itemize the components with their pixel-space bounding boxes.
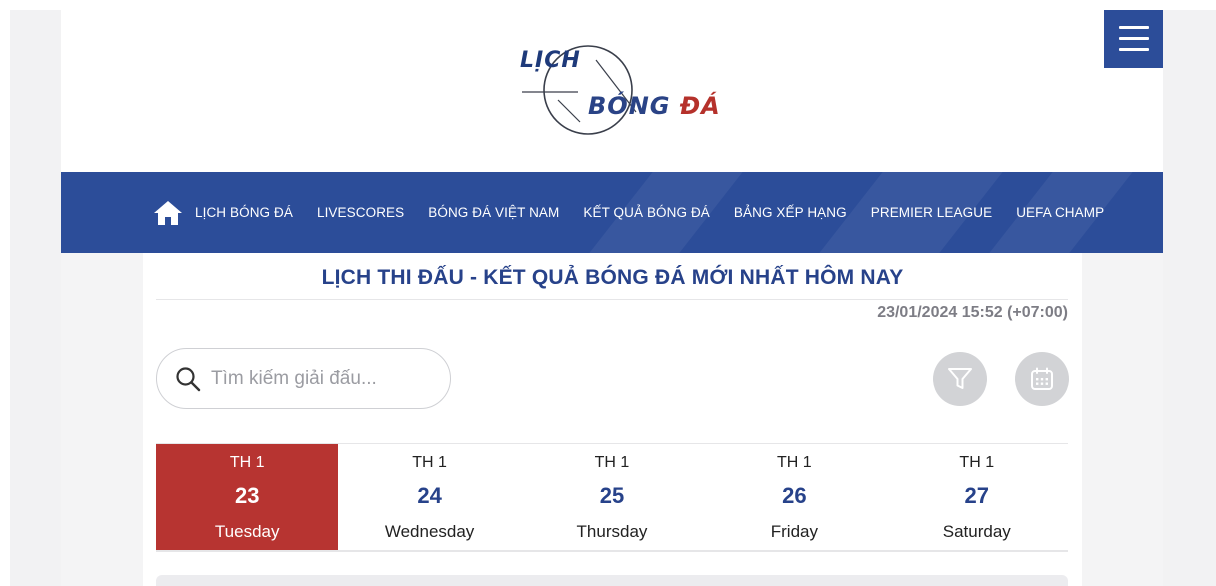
date-tab-day: 26 bbox=[782, 483, 807, 508]
date-tab-weekday: Thursday bbox=[576, 522, 648, 541]
date-tab-day: 25 bbox=[599, 483, 625, 508]
date-tab-weekday: Saturday bbox=[942, 522, 1011, 541]
page-title: LỊCH THI ĐẤU - KẾT QUẢ BÓNG ĐÁ MỚI NHẤT … bbox=[321, 266, 904, 289]
league-search[interactable] bbox=[156, 348, 451, 409]
page-background-left bbox=[10, 10, 61, 586]
logo-word-da: ĐÁ bbox=[679, 92, 721, 120]
current-timestamp: 23/01/2024 15:52 (+07:00) bbox=[877, 304, 1068, 321]
nav-item-bang-xep-hang[interactable]: BẢNG XẾP HẠNG bbox=[734, 205, 847, 220]
nav-item-ket-qua-bong-da[interactable]: KẾT QUẢ BÓNG ĐÁ bbox=[583, 205, 710, 220]
date-selector: TH 1 23 Tuesday TH 1 24 Wednesday TH 1 2… bbox=[156, 444, 1068, 551]
filter-icon bbox=[948, 368, 972, 389]
date-tab-day: 23 bbox=[234, 483, 260, 508]
calendar-button[interactable] bbox=[1015, 352, 1069, 406]
nav-item-bong-da-viet-nam[interactable]: BÓNG ĐÁ VIỆT NAM bbox=[428, 205, 559, 220]
hamburger-menu-icon bbox=[1119, 26, 1149, 29]
nav-item-livescores[interactable]: LIVESCORES bbox=[317, 205, 404, 220]
match-list-card bbox=[156, 575, 1068, 586]
hamburger-menu-button[interactable] bbox=[1104, 10, 1163, 68]
date-tab-month: TH 1 bbox=[229, 454, 265, 471]
date-tab-day: 27 bbox=[964, 483, 989, 508]
date-tab-friday[interactable]: TH 1 26 Friday bbox=[703, 444, 885, 551]
site-logo[interactable]: LỊCH BÓNG ĐÁ bbox=[508, 40, 738, 140]
date-strip-bottom-divider bbox=[156, 550, 1068, 552]
date-tab-weekday: Tuesday bbox=[214, 522, 280, 541]
date-tab-weekday: Friday bbox=[770, 522, 818, 541]
logo-word-bong: BÓNG bbox=[588, 92, 671, 120]
search-input[interactable] bbox=[211, 367, 441, 390]
date-tab-month: TH 1 bbox=[594, 454, 630, 471]
filter-button[interactable] bbox=[933, 352, 987, 406]
search-icon bbox=[176, 366, 201, 391]
nav-items: LỊCH BÓNG ĐÁ LIVESCORES BÓNG ĐÁ VIỆT NAM… bbox=[195, 172, 1116, 253]
page: LỊCH BÓNG ĐÁ LỊCH BÓNG ĐÁ LIVESCORES BÓN… bbox=[61, 10, 1163, 586]
date-tab-day: 24 bbox=[417, 483, 442, 508]
nav-item-uefa-champions[interactable]: UEFA CHAMP bbox=[1016, 205, 1104, 220]
calendar-icon bbox=[1031, 367, 1053, 390]
nav-item-premier-league[interactable]: PREMIER LEAGUE bbox=[871, 205, 992, 220]
date-tab-saturday[interactable]: TH 1 27 Saturday bbox=[886, 444, 1068, 551]
date-tab-tuesday[interactable]: TH 1 23 Tuesday bbox=[156, 444, 339, 551]
home-icon[interactable] bbox=[153, 200, 183, 226]
site-header: LỊCH BÓNG ĐÁ bbox=[61, 10, 1163, 172]
nav-item-lich-bong-da[interactable]: LỊCH BÓNG ĐÁ bbox=[195, 205, 293, 220]
title-divider bbox=[156, 299, 1068, 300]
left-gutter bbox=[0, 10, 10, 586]
hamburger-menu-icon-bar bbox=[1119, 37, 1149, 40]
date-tab-month: TH 1 bbox=[777, 454, 812, 471]
logo-text-bong-da: BÓNG ĐÁ bbox=[588, 92, 721, 120]
date-tab-weekday: Wednesday bbox=[384, 522, 475, 541]
date-tab-thursday[interactable]: TH 1 25 Thursday bbox=[521, 444, 703, 551]
main-navigation: LỊCH BÓNG ĐÁ LIVESCORES BÓNG ĐÁ VIỆT NAM… bbox=[61, 172, 1163, 253]
hamburger-menu-icon-bar bbox=[1119, 48, 1149, 51]
page-background-right bbox=[1163, 10, 1216, 586]
content-background-right bbox=[1082, 253, 1163, 586]
top-gutter bbox=[0, 0, 1216, 10]
main-content: LỊCH THI ĐẤU - KẾT QUẢ BÓNG ĐÁ MỚI NHẤT … bbox=[143, 253, 1082, 586]
date-tab-month: TH 1 bbox=[959, 454, 995, 471]
logo-text-lich: LỊCH bbox=[520, 48, 581, 73]
date-tab-month: TH 1 bbox=[412, 454, 447, 471]
date-tab-wednesday[interactable]: TH 1 24 Wednesday bbox=[338, 444, 520, 551]
content-background-left bbox=[61, 253, 143, 586]
